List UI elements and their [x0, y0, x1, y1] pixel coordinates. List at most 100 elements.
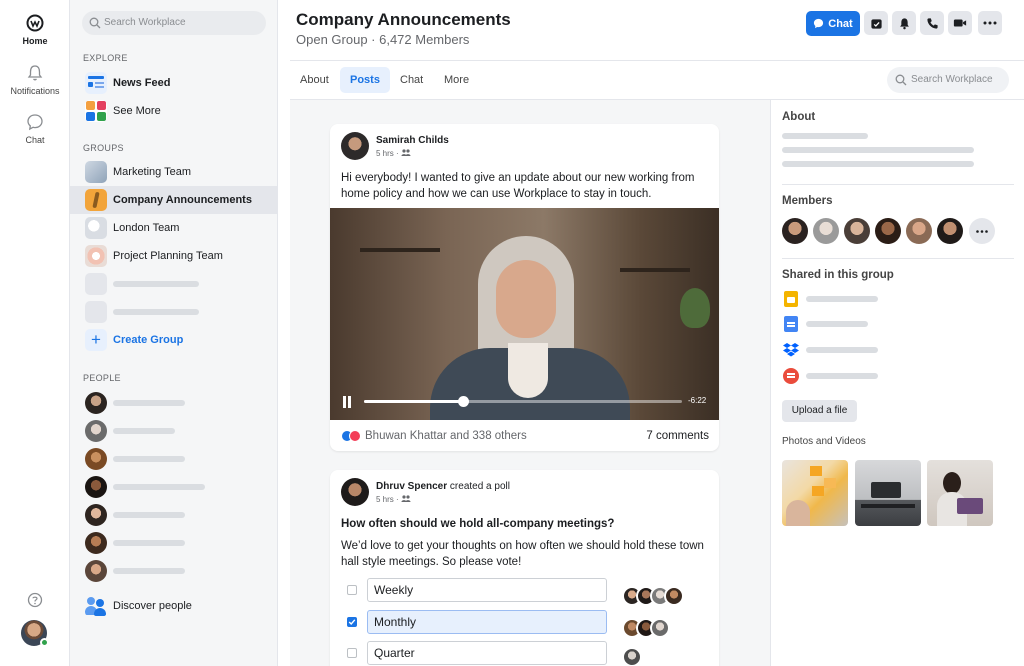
notifications-button[interactable] — [892, 11, 916, 35]
tab-more[interactable]: More — [434, 67, 479, 93]
sidebar-item-marketing-team[interactable]: Marketing Team — [70, 158, 278, 186]
poll-option-monthly[interactable]: Monthly — [341, 610, 607, 634]
placeholder-bar — [113, 428, 175, 434]
placeholder-bar — [782, 147, 974, 153]
sidebar-search-placeholder: Search Workplace — [104, 17, 186, 28]
post-author[interactable]: Samirah Childs — [376, 135, 449, 146]
voters-weekly[interactable] — [622, 586, 684, 606]
author-avatar[interactable] — [341, 478, 369, 506]
love-icon — [349, 430, 361, 442]
person-row[interactable] — [70, 557, 278, 585]
voters-monthly[interactable] — [622, 618, 670, 638]
placeholder-bar — [113, 309, 199, 315]
person-avatar — [85, 420, 107, 442]
sidebar-item-london-team[interactable]: London Team — [70, 214, 278, 242]
people-icon — [401, 149, 411, 156]
news-feed-label: News Feed — [113, 77, 171, 89]
chat-file-icon[interactable] — [783, 368, 799, 384]
rail-chat[interactable]: Chat — [0, 113, 70, 145]
group-label: London Team — [113, 222, 180, 234]
voters-quarter[interactable] — [622, 647, 642, 666]
poll-checkbox[interactable] — [347, 585, 357, 595]
author-avatar[interactable] — [341, 132, 369, 160]
sidebar-item-placeholder[interactable] — [70, 298, 278, 326]
rail-home[interactable]: Home — [0, 14, 70, 46]
person-row[interactable] — [70, 501, 278, 529]
photo-thumbnail[interactable] — [782, 460, 848, 526]
video-call-button[interactable] — [948, 11, 972, 35]
docs-file-icon[interactable] — [784, 316, 798, 332]
voter-avatar — [650, 618, 670, 638]
sidebar-item-company-announcements[interactable]: Company Announcements — [70, 186, 278, 214]
tab-about[interactable]: About — [290, 67, 339, 93]
member-avatar[interactable] — [906, 218, 932, 244]
more-members-button[interactable] — [969, 218, 995, 244]
calendar-button[interactable] — [864, 11, 888, 35]
chat-button[interactable]: Chat — [806, 11, 860, 36]
group-label: Project Planning Team — [113, 250, 223, 262]
post-meta: 5 hrs · — [376, 149, 411, 158]
poll-checkbox[interactable] — [347, 648, 357, 658]
sidebar-item-placeholder[interactable] — [70, 270, 278, 298]
photo-thumbnail[interactable] — [855, 460, 921, 526]
member-avatar[interactable] — [844, 218, 870, 244]
photo-thumbnail[interactable] — [927, 460, 993, 526]
video-scrubber-handle[interactable] — [457, 396, 469, 407]
checkmark-icon — [348, 619, 356, 626]
group-label: Company Announcements — [113, 194, 252, 206]
member-avatar[interactable] — [875, 218, 901, 244]
post-card: Samirah Childs 5 hrs · Hi everybody! I w… — [330, 124, 719, 451]
poll-option-weekly[interactable]: Weekly — [341, 578, 607, 602]
group-header: Company Announcements Open Group · 6,472… — [278, 0, 1024, 60]
left-rail: Home Notifications Chat — [0, 0, 70, 666]
post-meta: 5 hrs · — [376, 495, 411, 504]
poll-checkbox-checked[interactable] — [347, 617, 357, 627]
comments-count[interactable]: 7 comments — [646, 430, 709, 442]
upload-file-button[interactable]: Upload a file — [782, 400, 857, 422]
member-avatar[interactable] — [813, 218, 839, 244]
poll-card: Dhruv Spencer created a poll 5 hrs · How… — [330, 470, 719, 666]
more-options-button[interactable] — [978, 11, 1002, 35]
poll-option-label: Quarter — [367, 641, 607, 665]
person-row[interactable] — [70, 445, 278, 473]
video-plant — [680, 288, 710, 328]
person-row[interactable] — [70, 389, 278, 417]
placeholder-bar — [113, 456, 185, 462]
page-title: Company Announcements — [296, 10, 511, 29]
person-avatar — [85, 532, 107, 554]
video-collar — [508, 343, 548, 398]
calendar-icon — [870, 18, 882, 29]
reactions-summary[interactable]: Bhuwan Khattar and 338 others — [341, 430, 527, 442]
video-scrubber-track[interactable] — [364, 396, 682, 407]
help-button[interactable] — [0, 592, 70, 612]
sidebar-item-news-feed[interactable]: News Feed — [70, 69, 278, 97]
slides-file-icon[interactable] — [784, 291, 798, 307]
tab-chat[interactable]: Chat — [390, 67, 433, 93]
about-heading: About — [782, 111, 816, 123]
discover-people-button[interactable]: Discover people — [70, 592, 278, 620]
video-icon — [953, 19, 967, 27]
post-video[interactable]: -6:22 — [330, 208, 719, 420]
explore-heading: EXPLORE — [83, 53, 128, 63]
member-avatar[interactable] — [937, 218, 963, 244]
create-group-button[interactable]: + Create Group — [70, 326, 278, 354]
person-row[interactable] — [70, 417, 278, 445]
person-row[interactable] — [70, 529, 278, 557]
poll-author-name[interactable]: Dhruv Spencer — [376, 481, 447, 492]
person-avatar — [85, 476, 107, 498]
user-avatar[interactable] — [21, 620, 49, 647]
member-avatar[interactable] — [782, 218, 808, 244]
pause-icon[interactable] — [342, 396, 352, 408]
sidebar-item-see-more[interactable]: See More — [70, 97, 278, 125]
feed: Samirah Childs 5 hrs · Hi everybody! I w… — [290, 100, 770, 666]
dropbox-file-icon[interactable] — [782, 342, 800, 362]
person-row[interactable] — [70, 473, 278, 501]
rail-notifications[interactable]: Notifications — [0, 64, 70, 96]
tab-posts[interactable]: Posts — [340, 67, 390, 93]
poll-option-quarter[interactable]: Quarter — [341, 641, 607, 665]
chat-button-label: Chat — [828, 17, 853, 30]
call-button[interactable] — [920, 11, 944, 35]
sidebar-item-project-planning-team[interactable]: Project Planning Team — [70, 242, 278, 270]
sidebar-search-input[interactable]: Search Workplace — [82, 11, 266, 35]
group-search-input[interactable]: Search Workplace — [887, 67, 1009, 93]
